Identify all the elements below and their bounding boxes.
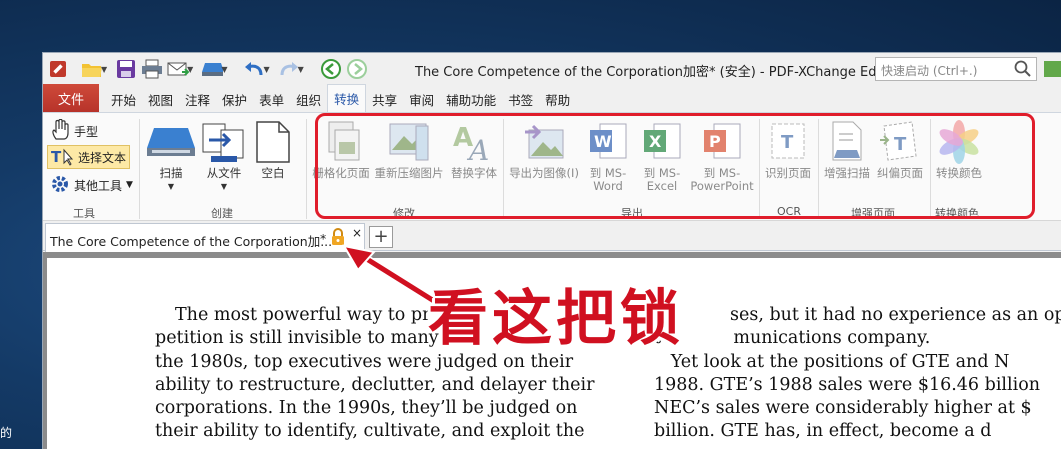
title-bar: ▼ ▼ ▼ ▼ ▼ The Core Competence of the Cor… xyxy=(43,53,1061,85)
window-title: The Core Competence of the Corporation加密… xyxy=(415,65,899,80)
scanner-icon xyxy=(146,117,196,167)
chevron-down-icon[interactable]: ▼ xyxy=(101,65,107,74)
tab-help[interactable]: 帮助 xyxy=(539,86,576,112)
close-tab-icon[interactable]: × xyxy=(352,226,362,240)
extra-toolbar-icon[interactable] xyxy=(1044,61,1061,77)
group-divider xyxy=(139,119,140,219)
print-icon[interactable] xyxy=(141,58,163,80)
text-line: ses, but it had no experience as an ope xyxy=(730,305,1061,325)
blank-page-label: 空白 xyxy=(261,166,285,180)
ribbon-tab-bar: 文件 开始 视图 注释 保护 表单 组织 转换 共享 审阅 辅助功能 书签 帮助 xyxy=(43,84,1061,113)
other-tools-button[interactable]: 其他工具 ▼ xyxy=(47,173,136,197)
tab-protect[interactable]: 保护 xyxy=(216,86,253,112)
chevron-down-icon: ▼ xyxy=(220,182,228,191)
select-text-button[interactable]: T 选择文本 xyxy=(47,145,131,169)
modified-indicator: * xyxy=(320,231,327,246)
tab-comment[interactable]: 注释 xyxy=(179,86,216,112)
blank-page-button[interactable]: 空白 xyxy=(253,117,293,180)
forward-icon[interactable] xyxy=(346,58,368,80)
chevron-down-icon[interactable]: ▼ xyxy=(298,65,304,74)
open-folder-icon[interactable] xyxy=(81,58,103,80)
tab-bookmarks[interactable]: 书签 xyxy=(502,86,539,112)
text-line: Yet look at the positions of GTE and N xyxy=(654,351,1010,372)
group-label-tools: 工具 xyxy=(73,207,95,220)
text-line: 1988. GTE’s 1988 sales were $16.46 billi… xyxy=(654,374,1041,395)
ribbon-panel: 手型 T 选择文本 其他工具 ▼ 工具 扫描 ▼ 从文件 ▼ 空白 创建 栅格化… xyxy=(43,113,1061,221)
tab-form[interactable]: 表单 xyxy=(253,86,290,112)
quick-launch-placeholder: 快速启动 (Ctrl+.) xyxy=(881,64,978,78)
desktop-side-text: 的 xyxy=(0,426,13,440)
text-line: NEC’s sales were considerably higher at … xyxy=(654,398,1032,419)
email-icon[interactable] xyxy=(167,58,190,80)
tab-home[interactable]: 开始 xyxy=(105,86,142,112)
highlight-box xyxy=(315,113,1035,219)
tab-review[interactable]: 审阅 xyxy=(403,86,440,112)
other-tools-label: 其他工具 xyxy=(74,178,123,193)
scan-button[interactable]: 扫描 ▼ xyxy=(144,117,198,193)
save-icon[interactable] xyxy=(115,58,137,80)
redo-icon[interactable] xyxy=(278,58,300,80)
gear-icon xyxy=(50,174,70,197)
from-file-label: 从文件 xyxy=(206,166,242,180)
from-file-button[interactable]: 从文件 ▼ xyxy=(199,117,249,193)
hand-icon xyxy=(50,118,70,144)
blank-page-icon xyxy=(255,117,291,167)
text-line: billion. GTE has, in effect, become a d xyxy=(654,421,992,442)
document-tab-title: The Core Competence of the Corporation加.… xyxy=(50,234,333,249)
chevron-down-icon: ▼ xyxy=(167,182,175,191)
text-line: t munications company. xyxy=(654,328,931,349)
group-label-create: 创建 xyxy=(211,207,233,220)
hand-tool-label: 手型 xyxy=(74,124,99,139)
text-column-right: ses, but it had no experience as an ope … xyxy=(654,304,1061,444)
file-menu-tab[interactable]: 文件 xyxy=(43,84,99,112)
undo-icon[interactable] xyxy=(243,58,265,80)
tab-organize[interactable]: 组织 xyxy=(290,86,327,112)
quick-launch-input[interactable]: 快速启动 (Ctrl+.) xyxy=(875,57,1037,81)
from-file-icon xyxy=(201,117,247,167)
tab-view[interactable]: 视图 xyxy=(142,86,179,112)
back-icon[interactable] xyxy=(320,58,342,80)
svg-text:T: T xyxy=(51,148,62,166)
text-line: their ability to identify, cultivate, an… xyxy=(155,421,585,442)
scan-label: 扫描 xyxy=(159,166,183,180)
select-text-label: 选择文本 xyxy=(78,150,127,165)
search-icon[interactable] xyxy=(1014,60,1032,81)
app-logo-icon[interactable] xyxy=(47,58,69,80)
tab-accessibility[interactable]: 辅助功能 xyxy=(440,86,502,112)
hand-tool-button[interactable]: 手型 xyxy=(47,118,101,144)
tab-convert[interactable]: 转换 xyxy=(327,84,367,112)
text-line: ability to restructure, declutter, and d… xyxy=(155,374,595,395)
chevron-down-icon[interactable]: ▼ xyxy=(221,65,227,74)
text-line: corporations. In the 1990s, they’ll be j… xyxy=(155,398,578,419)
tab-share[interactable]: 共享 xyxy=(366,86,403,112)
chevron-down-icon[interactable]: ▼ xyxy=(187,65,193,74)
annotation-caption: 看这把锁 xyxy=(428,284,684,354)
scanner-icon[interactable] xyxy=(201,58,224,80)
document-tab[interactable]: The Core Competence of the Corporation加.… xyxy=(45,223,365,253)
chevron-down-icon[interactable]: ▼ xyxy=(263,65,269,74)
document-tab-bar: The Core Competence of the Corporation加.… xyxy=(43,221,1061,253)
group-divider xyxy=(306,119,307,219)
app-window: ▼ ▼ ▼ ▼ ▼ The Core Competence of the Cor… xyxy=(42,52,1061,449)
chevron-down-icon: ▼ xyxy=(126,180,133,190)
select-text-icon: T xyxy=(51,146,75,169)
